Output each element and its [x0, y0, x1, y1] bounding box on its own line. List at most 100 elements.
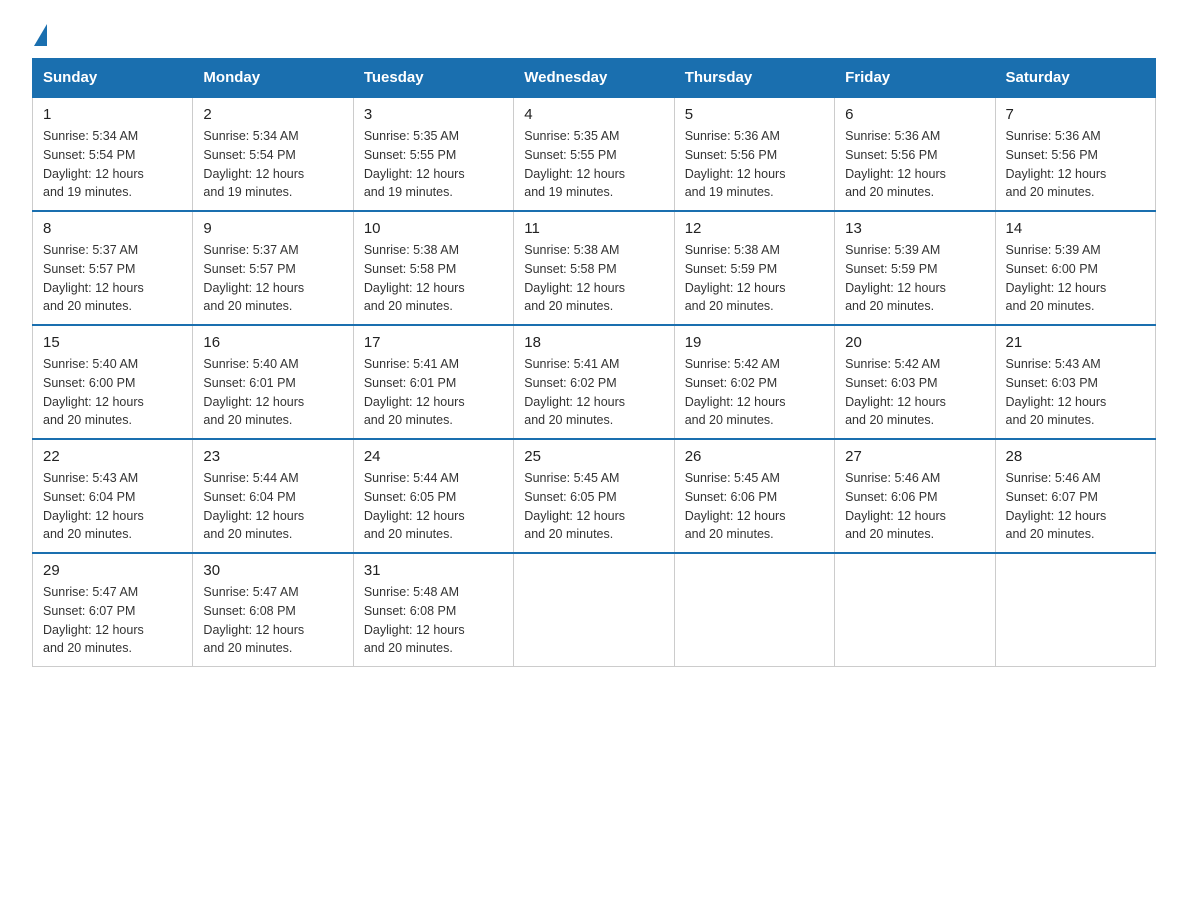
day-number: 5	[685, 106, 824, 123]
calendar-cell: 31 Sunrise: 5:48 AM Sunset: 6:08 PM Dayl…	[353, 553, 513, 667]
day-number: 3	[364, 106, 503, 123]
weekday-header-tuesday: Tuesday	[353, 59, 513, 98]
calendar-cell: 13 Sunrise: 5:39 AM Sunset: 5:59 PM Dayl…	[835, 211, 995, 325]
day-info: Sunrise: 5:37 AM Sunset: 5:57 PM Dayligh…	[203, 241, 342, 316]
calendar-cell: 21 Sunrise: 5:43 AM Sunset: 6:03 PM Dayl…	[995, 325, 1155, 439]
logo-triangle-icon	[34, 24, 47, 46]
day-number: 31	[364, 562, 503, 579]
day-number: 10	[364, 220, 503, 237]
calendar-cell: 1 Sunrise: 5:34 AM Sunset: 5:54 PM Dayli…	[33, 97, 193, 211]
day-number: 17	[364, 334, 503, 351]
day-info: Sunrise: 5:41 AM Sunset: 6:01 PM Dayligh…	[364, 355, 503, 430]
calendar-cell: 10 Sunrise: 5:38 AM Sunset: 5:58 PM Dayl…	[353, 211, 513, 325]
weekday-header-wednesday: Wednesday	[514, 59, 674, 98]
day-number: 21	[1006, 334, 1145, 351]
calendar-cell: 28 Sunrise: 5:46 AM Sunset: 6:07 PM Dayl…	[995, 439, 1155, 553]
calendar-cell: 4 Sunrise: 5:35 AM Sunset: 5:55 PM Dayli…	[514, 97, 674, 211]
day-info: Sunrise: 5:42 AM Sunset: 6:02 PM Dayligh…	[685, 355, 824, 430]
weekday-header-friday: Friday	[835, 59, 995, 98]
day-info: Sunrise: 5:34 AM Sunset: 5:54 PM Dayligh…	[43, 127, 182, 202]
weekday-header-sunday: Sunday	[33, 59, 193, 98]
day-info: Sunrise: 5:43 AM Sunset: 6:04 PM Dayligh…	[43, 469, 182, 544]
day-info: Sunrise: 5:36 AM Sunset: 5:56 PM Dayligh…	[1006, 127, 1145, 202]
day-number: 7	[1006, 106, 1145, 123]
day-number: 30	[203, 562, 342, 579]
day-info: Sunrise: 5:44 AM Sunset: 6:05 PM Dayligh…	[364, 469, 503, 544]
day-info: Sunrise: 5:45 AM Sunset: 6:06 PM Dayligh…	[685, 469, 824, 544]
calendar-cell: 23 Sunrise: 5:44 AM Sunset: 6:04 PM Dayl…	[193, 439, 353, 553]
day-info: Sunrise: 5:37 AM Sunset: 5:57 PM Dayligh…	[43, 241, 182, 316]
calendar-cell: 9 Sunrise: 5:37 AM Sunset: 5:57 PM Dayli…	[193, 211, 353, 325]
calendar-cell: 19 Sunrise: 5:42 AM Sunset: 6:02 PM Dayl…	[674, 325, 834, 439]
day-info: Sunrise: 5:48 AM Sunset: 6:08 PM Dayligh…	[364, 583, 503, 658]
day-number: 2	[203, 106, 342, 123]
day-number: 22	[43, 448, 182, 465]
day-number: 27	[845, 448, 984, 465]
day-info: Sunrise: 5:36 AM Sunset: 5:56 PM Dayligh…	[685, 127, 824, 202]
calendar-cell: 16 Sunrise: 5:40 AM Sunset: 6:01 PM Dayl…	[193, 325, 353, 439]
calendar-cell: 8 Sunrise: 5:37 AM Sunset: 5:57 PM Dayli…	[33, 211, 193, 325]
day-info: Sunrise: 5:35 AM Sunset: 5:55 PM Dayligh…	[364, 127, 503, 202]
day-info: Sunrise: 5:45 AM Sunset: 6:05 PM Dayligh…	[524, 469, 663, 544]
day-number: 8	[43, 220, 182, 237]
day-info: Sunrise: 5:36 AM Sunset: 5:56 PM Dayligh…	[845, 127, 984, 202]
day-info: Sunrise: 5:34 AM Sunset: 5:54 PM Dayligh…	[203, 127, 342, 202]
calendar-cell	[835, 553, 995, 667]
day-info: Sunrise: 5:38 AM Sunset: 5:58 PM Dayligh…	[524, 241, 663, 316]
day-info: Sunrise: 5:44 AM Sunset: 6:04 PM Dayligh…	[203, 469, 342, 544]
day-number: 1	[43, 106, 182, 123]
calendar-cell: 18 Sunrise: 5:41 AM Sunset: 6:02 PM Dayl…	[514, 325, 674, 439]
calendar-cell: 29 Sunrise: 5:47 AM Sunset: 6:07 PM Dayl…	[33, 553, 193, 667]
day-number: 19	[685, 334, 824, 351]
calendar-cell: 30 Sunrise: 5:47 AM Sunset: 6:08 PM Dayl…	[193, 553, 353, 667]
calendar-cell	[995, 553, 1155, 667]
day-number: 20	[845, 334, 984, 351]
weekday-header-thursday: Thursday	[674, 59, 834, 98]
calendar-cell: 25 Sunrise: 5:45 AM Sunset: 6:05 PM Dayl…	[514, 439, 674, 553]
day-info: Sunrise: 5:40 AM Sunset: 6:00 PM Dayligh…	[43, 355, 182, 430]
day-info: Sunrise: 5:46 AM Sunset: 6:06 PM Dayligh…	[845, 469, 984, 544]
day-info: Sunrise: 5:38 AM Sunset: 5:59 PM Dayligh…	[685, 241, 824, 316]
calendar-cell	[674, 553, 834, 667]
day-info: Sunrise: 5:47 AM Sunset: 6:07 PM Dayligh…	[43, 583, 182, 658]
day-number: 12	[685, 220, 824, 237]
day-number: 25	[524, 448, 663, 465]
calendar-cell: 24 Sunrise: 5:44 AM Sunset: 6:05 PM Dayl…	[353, 439, 513, 553]
day-info: Sunrise: 5:40 AM Sunset: 6:01 PM Dayligh…	[203, 355, 342, 430]
calendar-cell: 7 Sunrise: 5:36 AM Sunset: 5:56 PM Dayli…	[995, 97, 1155, 211]
calendar-cell: 15 Sunrise: 5:40 AM Sunset: 6:00 PM Dayl…	[33, 325, 193, 439]
day-number: 6	[845, 106, 984, 123]
day-number: 11	[524, 220, 663, 237]
day-number: 23	[203, 448, 342, 465]
day-number: 18	[524, 334, 663, 351]
calendar-header-row: SundayMondayTuesdayWednesdayThursdayFrid…	[33, 59, 1156, 98]
day-info: Sunrise: 5:39 AM Sunset: 6:00 PM Dayligh…	[1006, 241, 1145, 316]
day-info: Sunrise: 5:41 AM Sunset: 6:02 PM Dayligh…	[524, 355, 663, 430]
calendar-week-row: 29 Sunrise: 5:47 AM Sunset: 6:07 PM Dayl…	[33, 553, 1156, 667]
calendar-cell: 3 Sunrise: 5:35 AM Sunset: 5:55 PM Dayli…	[353, 97, 513, 211]
day-number: 28	[1006, 448, 1145, 465]
calendar-cell: 2 Sunrise: 5:34 AM Sunset: 5:54 PM Dayli…	[193, 97, 353, 211]
day-number: 16	[203, 334, 342, 351]
calendar-cell: 14 Sunrise: 5:39 AM Sunset: 6:00 PM Dayl…	[995, 211, 1155, 325]
calendar-cell: 6 Sunrise: 5:36 AM Sunset: 5:56 PM Dayli…	[835, 97, 995, 211]
calendar-cell: 5 Sunrise: 5:36 AM Sunset: 5:56 PM Dayli…	[674, 97, 834, 211]
calendar-week-row: 15 Sunrise: 5:40 AM Sunset: 6:00 PM Dayl…	[33, 325, 1156, 439]
day-number: 4	[524, 106, 663, 123]
calendar-week-row: 22 Sunrise: 5:43 AM Sunset: 6:04 PM Dayl…	[33, 439, 1156, 553]
day-number: 14	[1006, 220, 1145, 237]
calendar-cell: 17 Sunrise: 5:41 AM Sunset: 6:01 PM Dayl…	[353, 325, 513, 439]
day-number: 13	[845, 220, 984, 237]
day-info: Sunrise: 5:38 AM Sunset: 5:58 PM Dayligh…	[364, 241, 503, 316]
calendar-week-row: 1 Sunrise: 5:34 AM Sunset: 5:54 PM Dayli…	[33, 97, 1156, 211]
calendar-week-row: 8 Sunrise: 5:37 AM Sunset: 5:57 PM Dayli…	[33, 211, 1156, 325]
day-number: 26	[685, 448, 824, 465]
calendar-cell: 27 Sunrise: 5:46 AM Sunset: 6:06 PM Dayl…	[835, 439, 995, 553]
day-info: Sunrise: 5:39 AM Sunset: 5:59 PM Dayligh…	[845, 241, 984, 316]
calendar-cell	[514, 553, 674, 667]
day-info: Sunrise: 5:47 AM Sunset: 6:08 PM Dayligh…	[203, 583, 342, 658]
weekday-header-monday: Monday	[193, 59, 353, 98]
header	[32, 24, 1156, 40]
weekday-header-saturday: Saturday	[995, 59, 1155, 98]
calendar-cell: 12 Sunrise: 5:38 AM Sunset: 5:59 PM Dayl…	[674, 211, 834, 325]
